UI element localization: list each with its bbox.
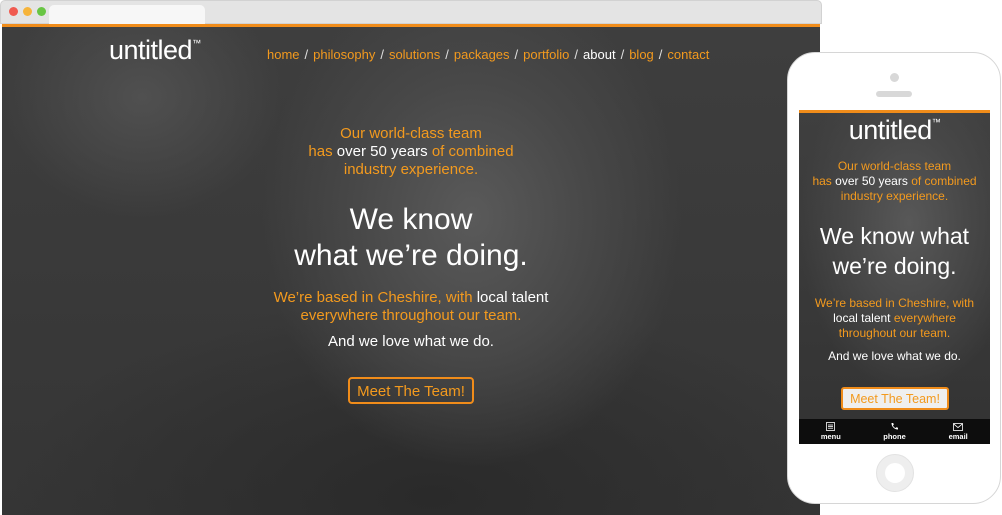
tagline-line-1: Our world-class team <box>340 125 482 142</box>
mobile-tagline-combined: of combined <box>911 174 977 188</box>
location-highlight: local talent <box>476 289 549 306</box>
mobile-menu-button[interactable]: menu <box>799 419 863 444</box>
nav-separator: / <box>620 47 625 62</box>
meet-the-team-button[interactable]: Meet The Team! <box>348 377 474 404</box>
hero-headline: We know what we’re doing. <box>2 202 820 274</box>
nav-philosophy[interactable]: philosophy <box>313 47 375 62</box>
menu-label: menu <box>820 432 841 441</box>
desktop-browser-mockup: untitled™ home / philosophy / solutions … <box>0 0 822 515</box>
mobile-page: untitled™ Our world-class team has over … <box>799 110 990 444</box>
tagline-combined: of combined <box>431 143 514 160</box>
email-label: email <box>948 431 968 441</box>
phone-speaker <box>876 91 912 97</box>
site-logo[interactable]: untitled™ <box>109 35 201 66</box>
mobile-tagline-has: has <box>812 174 832 188</box>
nav-about[interactable]: about <box>583 47 616 62</box>
phone-label: phone <box>883 432 906 441</box>
maximize-window-dot[interactable] <box>37 7 46 16</box>
mobile-tagline-line-2: has over 50 years of combined <box>799 174 990 189</box>
phone-camera <box>890 73 899 82</box>
hero-tagline: Our world-class team has over 50 years o… <box>2 125 820 179</box>
tagline-line-2: has over 50 years of combined <box>2 143 820 161</box>
menu-icon <box>826 422 836 431</box>
nav-separator: / <box>574 47 579 62</box>
mobile-bottom-bar: menu phone email <box>799 419 990 444</box>
nav-solutions[interactable]: solutions <box>389 47 440 62</box>
mobile-location-line-1: We’re based in Cheshire, with <box>814 296 975 310</box>
hero-love-text: And we love what we do. <box>328 333 494 350</box>
nav-separator: / <box>658 47 663 62</box>
mobile-love-text: And we love what we do. <box>828 349 961 363</box>
mobile-site-logo[interactable]: untitled™ <box>799 115 990 146</box>
mobile-phone-button[interactable]: phone <box>863 419 927 444</box>
mobile-logo-trademark: ™ <box>931 117 941 127</box>
nav-home[interactable]: home <box>267 47 300 62</box>
browser-chrome <box>0 0 822 25</box>
nav-separator: / <box>380 47 384 62</box>
nav-packages[interactable]: packages <box>454 47 510 62</box>
nav-separator: / <box>304 47 309 62</box>
mobile-location-line-2: local talent everywhere <box>799 311 990 326</box>
logo-text: untitled <box>109 35 193 65</box>
main-nav: home / philosophy / solutions / packages… <box>267 47 709 62</box>
mobile-tagline-line-3: industry experience. <box>840 189 949 203</box>
location-line-2: everywhere throughout our team. <box>300 307 522 324</box>
tagline-line-3: industry experience. <box>343 161 479 178</box>
phone-icon <box>891 423 898 430</box>
nav-separator: / <box>445 47 449 62</box>
nav-portfolio[interactable]: portfolio <box>523 47 569 62</box>
phone-home-button[interactable] <box>876 454 914 492</box>
mobile-headline: We know what we’re doing. <box>799 221 990 281</box>
phone-mockup: untitled™ Our world-class team has over … <box>787 52 1001 504</box>
hero-location-text: We’re based in Cheshire, with local tale… <box>2 289 820 325</box>
tagline-has: has <box>308 143 333 160</box>
mobile-location-line-3: throughout our team. <box>838 326 951 340</box>
location-line-1: We’re based in Cheshire, with local tale… <box>2 289 820 307</box>
mobile-location-everywhere: everywhere <box>893 311 956 325</box>
mobile-meet-the-team-button[interactable]: Meet The Team! <box>841 387 949 410</box>
nav-contact[interactable]: contact <box>667 47 709 62</box>
mobile-tagline: Our world-class team has over 50 years o… <box>799 159 990 204</box>
minimize-window-dot[interactable] <box>23 7 32 16</box>
desktop-page: untitled™ home / philosophy / solutions … <box>2 24 820 515</box>
mobile-tagline-highlight: over 50 years <box>835 174 908 188</box>
nav-separator: / <box>514 47 519 62</box>
mobile-headline-line-1: We know what <box>819 223 970 249</box>
mobile-location-highlight: local talent <box>833 311 891 325</box>
mobile-email-button[interactable]: email <box>926 419 990 444</box>
headline-line-2: what we’re doing. <box>294 239 528 272</box>
mobile-logo-text: untitled <box>848 115 933 145</box>
mobile-location-text: We’re based in Cheshire, with local tale… <box>799 296 990 341</box>
nav-blog[interactable]: blog <box>629 47 654 62</box>
mobile-tagline-line-1: Our world-class team <box>837 159 952 173</box>
close-window-dot[interactable] <box>9 7 18 16</box>
headline-line-1: We know <box>349 203 473 236</box>
mobile-headline-line-2: we’re doing. <box>832 253 957 279</box>
email-icon <box>953 422 964 431</box>
browser-tab[interactable] <box>49 5 205 25</box>
logo-trademark: ™ <box>192 38 201 48</box>
tagline-highlight: over 50 years <box>336 143 428 160</box>
location-based: We’re based in Cheshire, with <box>273 289 473 306</box>
